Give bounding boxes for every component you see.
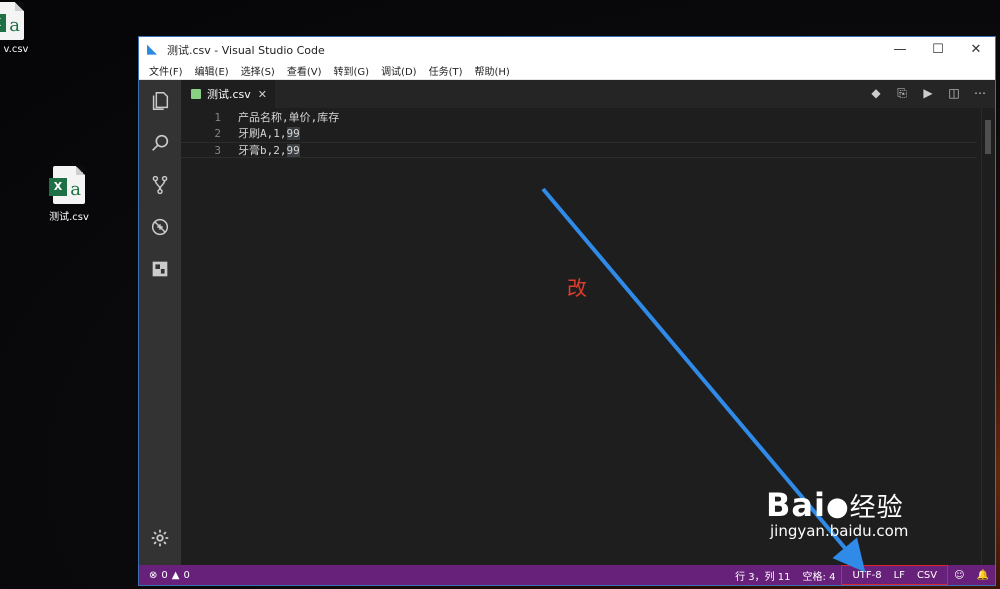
- desktop-file-partial[interactable]: Xa v.csv: [0, 2, 44, 55]
- error-icon[interactable]: ⊗: [149, 570, 157, 581]
- menu-help[interactable]: 帮助(H): [469, 63, 516, 78]
- menu-debug[interactable]: 调试(D): [375, 63, 423, 78]
- tab-test-csv[interactable]: 测试.csv ✕: [181, 80, 275, 108]
- desktop-file-label: 测试.csv: [49, 212, 89, 223]
- run-icon[interactable]: ▶: [921, 86, 935, 101]
- encoding-selector[interactable]: UTF-8: [846, 570, 887, 581]
- status-bar: ⊗ 0 ▲ 0 行 3，列 11 空格: 4 UTF-8 LF CSV ☺ 🔔: [139, 565, 995, 585]
- scrollbar-thumb[interactable]: [985, 120, 991, 154]
- desktop-file-label: v.csv: [3, 44, 29, 55]
- source-control-icon[interactable]: [139, 164, 181, 206]
- warning-icon[interactable]: ▲: [172, 570, 180, 581]
- line-text: 牙刷A,1,99: [238, 127, 300, 140]
- window-title: 测试.csv - Visual Studio Code: [167, 43, 325, 57]
- maximize-button[interactable]: ☐: [919, 37, 957, 62]
- code-editor[interactable]: 1 产品名称,单价,库存 2 牙刷A,1,99 3 牙膏b,2,99: [181, 110, 977, 158]
- annotation-text: 改: [567, 276, 587, 300]
- split-editor-icon[interactable]: ◫: [947, 86, 961, 101]
- baidu-watermark: Bai●经验 jingyan.baidu.com: [766, 486, 909, 540]
- line-text: 产品名称,单价,库存: [238, 111, 340, 124]
- more-icon[interactable]: ⋯: [973, 86, 987, 101]
- editor-scrollbar[interactable]: [981, 108, 995, 565]
- feedback-smiley-icon[interactable]: ☺: [948, 570, 970, 581]
- error-count[interactable]: 0: [161, 570, 167, 581]
- extensions-icon[interactable]: [139, 248, 181, 290]
- debug-icon[interactable]: [139, 206, 181, 248]
- close-tab-icon[interactable]: ✕: [258, 88, 267, 101]
- menu-selection[interactable]: 选择(S): [235, 63, 281, 78]
- tab-label: 测试.csv: [207, 88, 251, 101]
- editor-actions: ◆ ⎘ ▶ ◫ ⋯: [869, 86, 987, 101]
- paw-icon: ●: [825, 492, 850, 522]
- minimize-button[interactable]: —: [881, 37, 919, 62]
- code-line-current: 3 牙膏b,2,99: [181, 142, 977, 158]
- warning-count[interactable]: 0: [183, 570, 189, 581]
- open-preview-icon[interactable]: ⎘: [895, 86, 909, 101]
- line-number: 2: [214, 127, 221, 140]
- line-number: 1: [214, 111, 221, 124]
- indentation[interactable]: 空格: 4: [797, 568, 842, 583]
- excel-file-icon: Xa: [0, 2, 24, 40]
- menu-view[interactable]: 查看(V): [281, 63, 328, 78]
- line-number: 3: [214, 144, 221, 157]
- watermark-url: jingyan.baidu.com: [770, 522, 909, 540]
- encoding-highlight-box: UTF-8 LF CSV: [841, 565, 949, 585]
- tab-bar: 测试.csv ✕ ◆ ⎘ ▶ ◫ ⋯: [181, 80, 995, 108]
- excel-file-icon: Xa: [49, 166, 85, 204]
- explorer-icon[interactable]: [139, 80, 181, 122]
- code-line: 2 牙刷A,1,99: [181, 126, 977, 142]
- menu-tasks[interactable]: 任务(T): [423, 63, 469, 78]
- cursor-position[interactable]: 行 3，列 11: [729, 568, 796, 583]
- compare-icon[interactable]: ◆: [869, 86, 883, 101]
- menu-file[interactable]: 文件(F): [143, 63, 189, 78]
- activity-bar: [139, 80, 181, 565]
- notification-bell-icon[interactable]: 🔔: [971, 570, 995, 581]
- desktop-file-csv[interactable]: Xa 测试.csv: [33, 166, 105, 223]
- code-line: 1 产品名称,单价,库存: [181, 110, 977, 126]
- gear-icon[interactable]: [139, 517, 181, 559]
- menu-edit[interactable]: 编辑(E): [189, 63, 235, 78]
- menu-bar: 文件(F) 编辑(E) 选择(S) 查看(V) 转到(G) 调试(D) 任务(T…: [139, 62, 995, 80]
- language-mode[interactable]: CSV: [911, 570, 943, 581]
- close-window-button[interactable]: ✕: [957, 37, 995, 62]
- vscode-logo-icon: ◣: [147, 41, 157, 57]
- line-text: 牙膏b,2,99: [238, 144, 300, 157]
- search-icon[interactable]: [139, 122, 181, 164]
- eol-selector[interactable]: LF: [888, 570, 911, 581]
- title-bar: ◣ 测试.csv - Visual Studio Code — ☐ ✕: [139, 37, 995, 62]
- menu-go[interactable]: 转到(G): [328, 63, 376, 78]
- csv-file-icon: [191, 89, 201, 99]
